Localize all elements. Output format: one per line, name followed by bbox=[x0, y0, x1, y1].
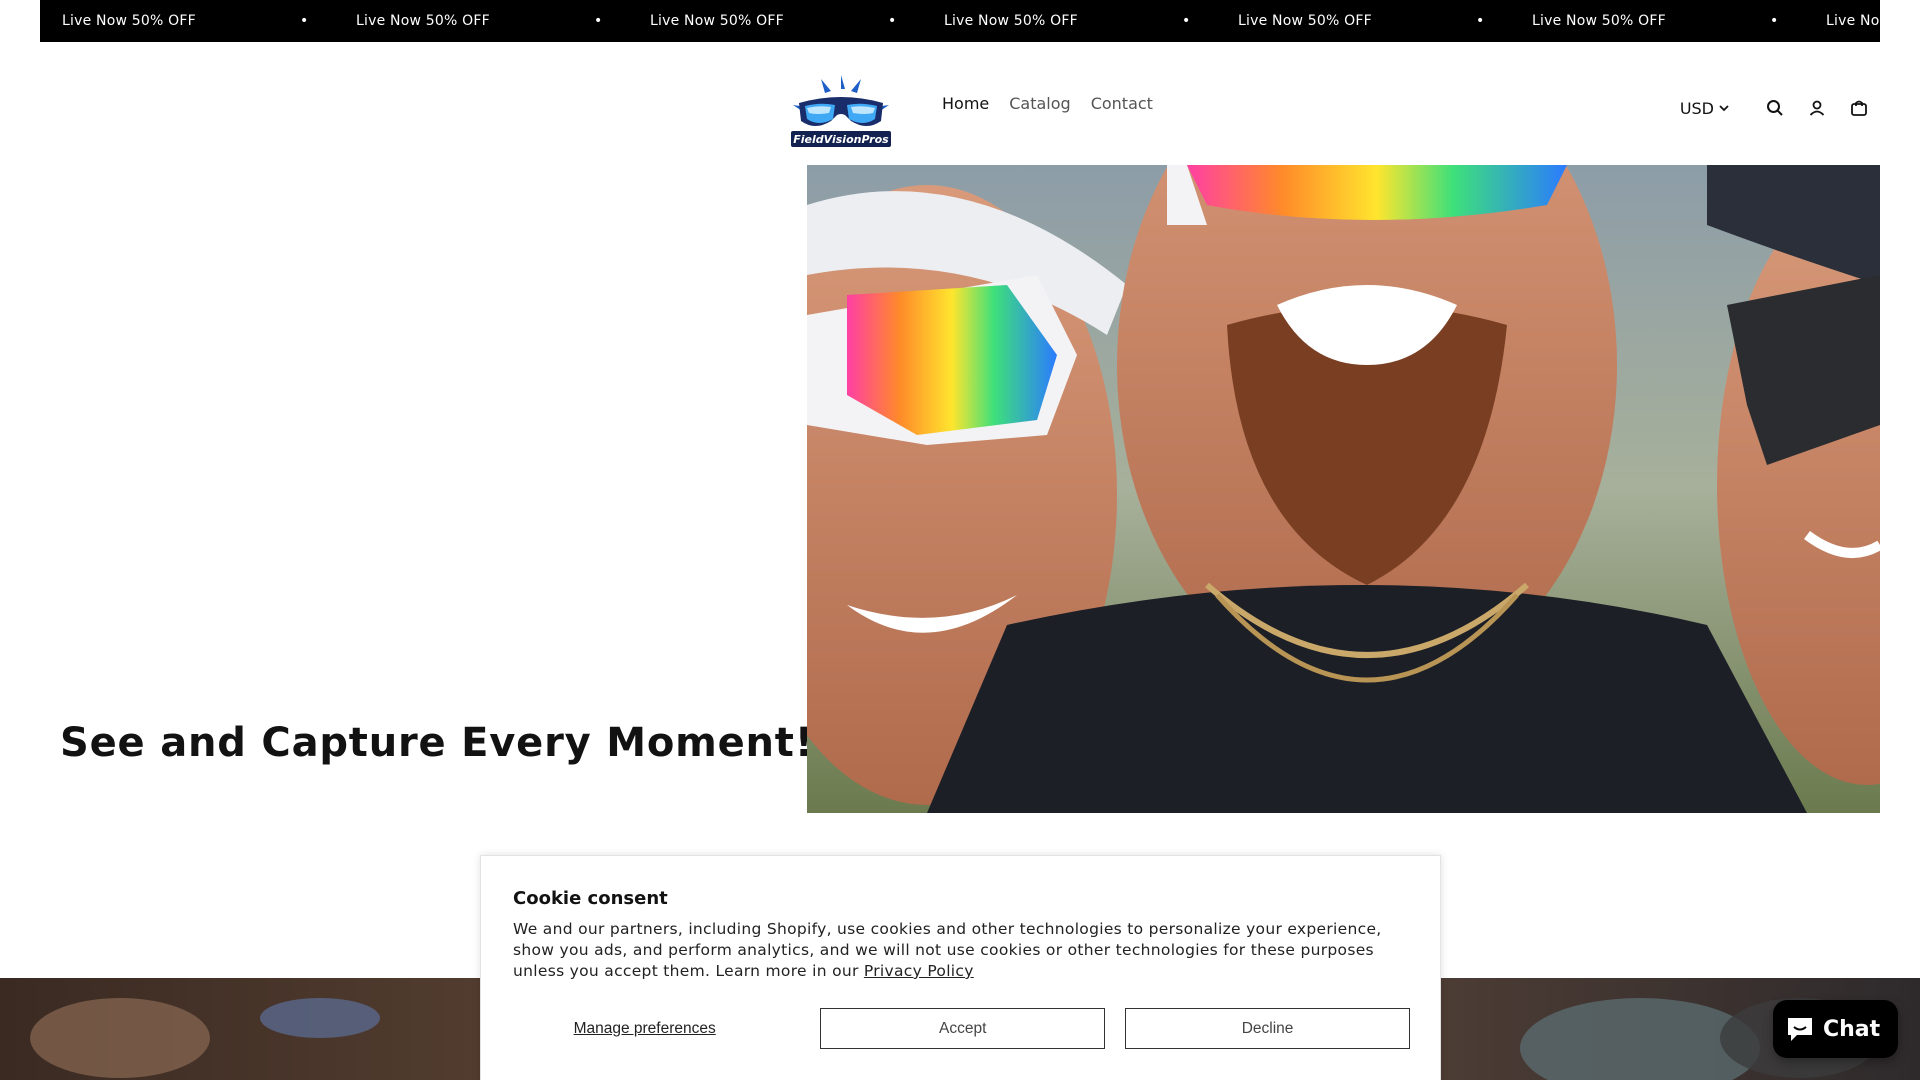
cookie-actions: Manage preferences Accept Decline bbox=[513, 1008, 1410, 1049]
announcement-item: Live Now 50% OFF • bbox=[1532, 13, 1826, 29]
announcement-item: Live Now 50% OFF • bbox=[62, 13, 356, 29]
announcement-text: Live Now 50% OFF bbox=[1238, 13, 1372, 29]
hero-image bbox=[807, 165, 1880, 813]
announcement-text: Live Now 50% OFF bbox=[62, 13, 196, 29]
logo-image: FieldVisionPros bbox=[790, 75, 891, 147]
store-logo[interactable]: FieldVisionPros bbox=[773, 62, 908, 162]
announcement-item: Live Now 50% OFF bbox=[1826, 13, 1880, 29]
announcement-item: Live Now 50% OFF • bbox=[650, 13, 944, 29]
nav-contact[interactable]: Contact bbox=[1091, 94, 1153, 113]
cart-icon bbox=[1851, 100, 1867, 116]
announcement-item: Live Now 50% OFF • bbox=[1238, 13, 1532, 29]
announcement-item: Live Now 50% OFF • bbox=[944, 13, 1238, 29]
chat-label: Chat bbox=[1823, 1016, 1881, 1042]
announcement-text: Live Now 50% OFF bbox=[1532, 13, 1666, 29]
hero-title: See and Capture Every Moment! bbox=[60, 720, 814, 766]
search-button[interactable] bbox=[1754, 92, 1796, 124]
search-icon bbox=[1767, 100, 1783, 116]
main-nav: Home Catalog Contact bbox=[942, 94, 1153, 113]
separator-dot: • bbox=[594, 13, 603, 29]
manage-preferences-button[interactable]: Manage preferences bbox=[513, 1020, 776, 1038]
announcement-bar: Live Now 50% OFF • Live Now 50% OFF • Live… bbox=[40, 0, 1880, 42]
currency-label: USD bbox=[1679, 98, 1714, 118]
announcement-text: Live Now 50% OFF bbox=[1826, 13, 1880, 29]
cookie-consent-dialog: Cookie consent We and our partners, incl… bbox=[480, 855, 1441, 1080]
account-icon bbox=[1809, 100, 1825, 116]
nav-catalog[interactable]: Catalog bbox=[1009, 94, 1070, 113]
announcement-item: Live Now 50% OFF • bbox=[356, 13, 650, 29]
announcement-text: Live Now 50% OFF bbox=[356, 13, 490, 29]
announcement-text: Live Now 50% OFF bbox=[944, 13, 1078, 29]
cart-button[interactable] bbox=[1838, 92, 1880, 124]
site-header: FieldVisionPros Home Catalog Contact USD bbox=[40, 42, 1880, 165]
announcement-text: Live Now 50% OFF bbox=[650, 13, 784, 29]
separator-dot: • bbox=[300, 13, 309, 29]
chat-launcher-button[interactable]: Chat bbox=[1773, 1000, 1898, 1058]
separator-dot: • bbox=[1182, 13, 1191, 29]
separator-dot: • bbox=[1770, 13, 1779, 29]
accept-button[interactable]: Accept bbox=[820, 1008, 1106, 1049]
privacy-policy-link[interactable]: Privacy Policy bbox=[864, 962, 974, 980]
chat-bubble-icon bbox=[1788, 1018, 1812, 1041]
hero-photo bbox=[807, 165, 1880, 813]
separator-dot: • bbox=[888, 13, 897, 29]
account-button[interactable] bbox=[1796, 92, 1838, 124]
nav-home[interactable]: Home bbox=[942, 94, 989, 113]
announcement-track: Live Now 50% OFF • Live Now 50% OFF • Live… bbox=[62, 0, 1880, 42]
logo-wordmark: FieldVisionPros bbox=[793, 133, 889, 146]
currency-selector[interactable]: USD bbox=[1680, 99, 1730, 118]
header-actions: USD bbox=[1680, 92, 1880, 124]
cookie-body: We and our partners, including Shopify, … bbox=[513, 919, 1408, 982]
cookie-title: Cookie consent bbox=[513, 888, 668, 909]
decline-button[interactable]: Decline bbox=[1125, 1008, 1410, 1049]
chevron-down-icon bbox=[1719, 105, 1729, 112]
separator-dot: • bbox=[1476, 13, 1485, 29]
